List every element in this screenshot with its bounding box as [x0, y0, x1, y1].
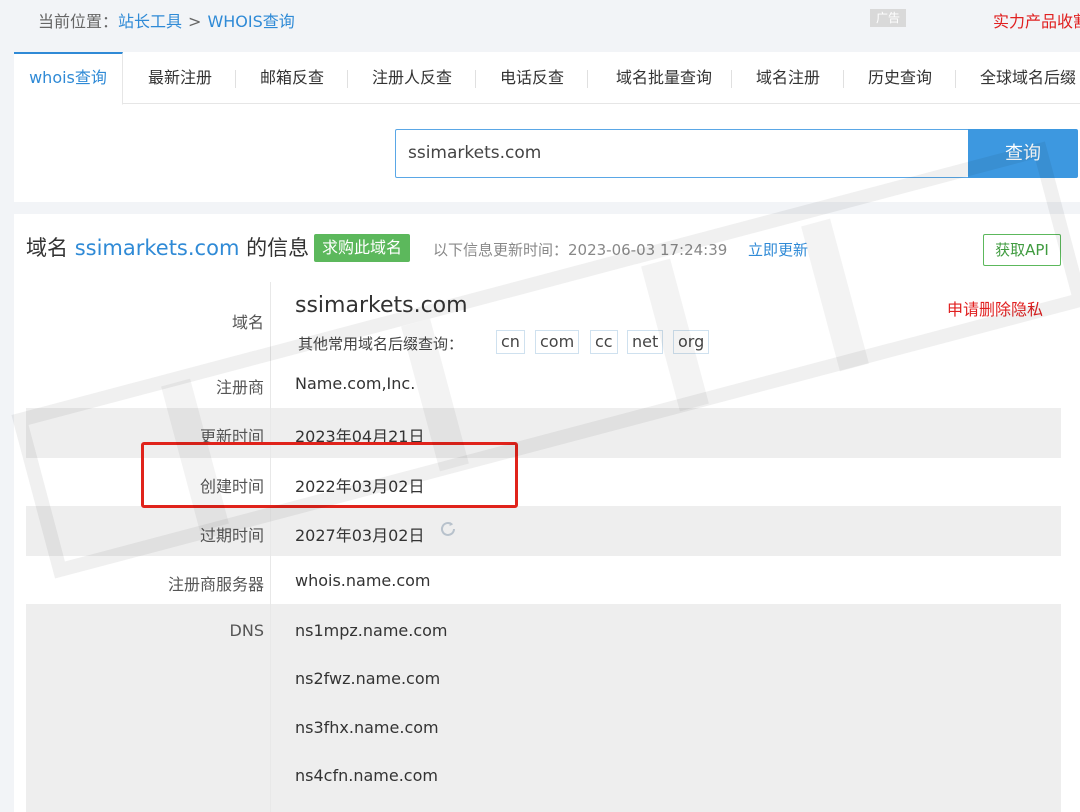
buy-domain-button[interactable]: 求购此域名: [314, 234, 411, 262]
tab-email-lookup[interactable]: 邮箱反查: [248, 52, 336, 104]
tab-registrant-lookup[interactable]: 注册人反查: [360, 52, 464, 104]
tab-divider: [955, 70, 956, 88]
dns-server-4: ns4cfn.name.com: [295, 766, 438, 785]
breadcrumb-separator: >: [188, 12, 202, 31]
dns-label: DNS: [229, 621, 264, 640]
tab-divider: [843, 70, 844, 88]
search-panel: whois查询 最新注册 邮箱反查 注册人反查 电话反查 域名批量查询 域名注册…: [14, 52, 1080, 202]
highlight-box: [141, 442, 518, 508]
tab-whois[interactable]: whois查询: [14, 52, 123, 105]
registrar-value: Name.com,Inc.: [295, 374, 416, 393]
tab-divider: [235, 70, 236, 88]
table-row: [26, 604, 1061, 812]
tab-domain-register[interactable]: 域名注册: [744, 52, 832, 104]
delete-privacy-link[interactable]: 申请删除隐私: [947, 296, 1043, 320]
info-title-prefix: 域名: [26, 236, 68, 260]
ad-badge: 广告: [870, 9, 906, 27]
refresh-icon[interactable]: [438, 519, 458, 539]
breadcrumb-home-link[interactable]: 站长工具: [118, 12, 182, 31]
tab-latest-registered[interactable]: 最新注册: [136, 52, 224, 104]
dns-server-3: ns3fhx.name.com: [295, 718, 439, 737]
label-column-divider: [270, 282, 271, 812]
tab-phone-lookup[interactable]: 电话反查: [488, 52, 576, 104]
domain-label: 域名: [231, 313, 264, 332]
suffix-link-cc[interactable]: cc: [590, 330, 618, 354]
suffix-link-org[interactable]: org: [673, 330, 710, 354]
table-row: [26, 506, 1061, 556]
breadcrumb-current-link[interactable]: WHOIS查询: [207, 12, 294, 31]
tab-divider: [731, 70, 732, 88]
tab-history[interactable]: 历史查询: [856, 52, 944, 104]
update-now-link[interactable]: 立即更新: [748, 239, 808, 260]
get-api-button[interactable]: 获取API: [983, 234, 1061, 266]
info-title-suffix: 的信息: [246, 236, 310, 260]
tab-divider: [347, 70, 348, 88]
breadcrumb-prefix: 当前位置：: [38, 12, 119, 31]
domain-value: ssimarkets.com: [295, 293, 468, 318]
whois-server-value: whois.name.com: [295, 571, 431, 590]
expires-label: 过期时间: [199, 526, 264, 545]
tab-divider: [475, 70, 476, 88]
tab-global-suffix[interactable]: 全球域名后缀: [968, 52, 1080, 104]
whois-server-label: 注册商服务器: [167, 575, 264, 594]
suffix-prompt: 其他常用域名后缀查询：: [298, 335, 464, 353]
suffix-link-com[interactable]: com: [535, 330, 580, 354]
breadcrumb: 当前位置：站长工具 > WHOIS查询: [38, 8, 295, 32]
top-bar: 当前位置：站长工具 > WHOIS查询 广告 实力产品收割: [0, 0, 1080, 38]
search-input[interactable]: ssimarkets.com: [395, 129, 969, 178]
expires-value: 2027年03月02日: [295, 526, 425, 545]
suffix-link-cn[interactable]: cn: [496, 330, 525, 354]
tab-bulk-query[interactable]: 域名批量查询: [604, 52, 724, 104]
registrar-label: 注册商: [215, 378, 264, 397]
tab-bar: whois查询 最新注册 邮箱反查 注册人反查 电话反查 域名批量查询 域名注册…: [14, 52, 1080, 105]
info-title: 域名 ssimarkets.com 的信息: [26, 232, 309, 262]
promo-link[interactable]: 实力产品收割: [993, 8, 1080, 32]
update-time-text: 以下信息更新时间：2023-06-03 17:24:39: [433, 241, 728, 259]
suffix-link-net[interactable]: net: [627, 330, 664, 354]
search-button[interactable]: 查询: [968, 129, 1078, 178]
dns-server-1: ns1mpz.name.com: [295, 621, 448, 640]
dns-server-2: ns2fwz.name.com: [295, 669, 441, 688]
tab-divider: [587, 70, 588, 88]
whois-info-panel: 域名 ssimarkets.com 的信息 求购此域名 以下信息更新时间：202…: [14, 214, 1080, 812]
info-title-domain[interactable]: ssimarkets.com: [75, 236, 240, 260]
